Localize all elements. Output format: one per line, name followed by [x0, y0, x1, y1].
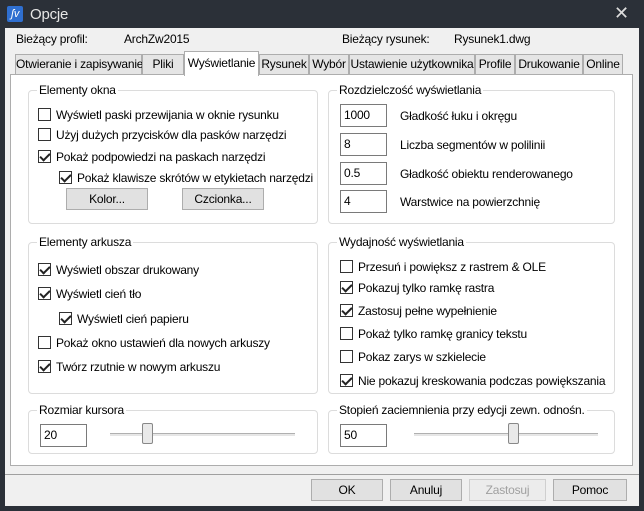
checkbox-wireframe-silhouette[interactable]: Pokaz zarys w szkielecie	[340, 350, 486, 364]
arc-smoothness-input[interactable]: 1000	[340, 104, 387, 127]
checkbox-background-shadow[interactable]: Wyświetl cień tło	[38, 287, 141, 301]
group-title: Rozdzielczość wyświetlania	[337, 83, 484, 97]
group-title: Stopień zaciemnienia przy edycji zewn. o…	[337, 403, 587, 417]
tab-display[interactable]: Wyświetlanie	[184, 51, 259, 76]
tab-profiles[interactable]: Profile	[475, 54, 515, 75]
group-xref-fade: Stopień zaciemnienia przy edycji zewn. o…	[328, 403, 615, 454]
group-title: Rozmiar kursora	[37, 403, 127, 417]
checkbox-label: Przesuń i powiększ z rastrem & OLE	[358, 260, 546, 274]
checkbox-label: Pokaż tylko ramkę granicy tekstu	[358, 327, 528, 341]
checkbox-box[interactable]	[340, 260, 353, 273]
checkbox-box[interactable]	[38, 336, 51, 349]
group-display-performance: Wydajność wyświetlania Przesuń i powięks…	[328, 235, 615, 394]
checkbox-large-buttons[interactable]: Użyj dużych przycisków dla pasków narzęd…	[38, 128, 287, 142]
window-title: Opcje	[30, 6, 69, 23]
help-button[interactable]: Pomoc	[553, 479, 627, 501]
group-display-resolution: Rozdzielczość wyświetlania 1000 Gładkość…	[328, 83, 615, 224]
cursor-size-input[interactable]: 20	[40, 424, 87, 447]
checkbox-box[interactable]	[340, 304, 353, 317]
checkbox-pan-zoom-raster[interactable]: Przesuń i powiększ z rastrem & OLE	[340, 260, 546, 274]
checkbox-box[interactable]	[38, 150, 51, 163]
close-icon[interactable]: ✕	[614, 3, 629, 24]
polyline-segments-label: Liczba segmentów w polilinii	[400, 138, 546, 152]
checkbox-box[interactable]	[38, 108, 51, 121]
polyline-segments-input[interactable]: 8	[340, 133, 387, 156]
checkbox-box[interactable]	[340, 350, 353, 363]
color-button[interactable]: Kolor...	[66, 188, 148, 210]
checkbox-box[interactable]	[59, 312, 72, 325]
checkbox-create-viewport[interactable]: Twórz rzutnie w nowym arkuszu	[38, 360, 220, 374]
checkbox-label: Pokaz zarys w szkielecie	[358, 350, 486, 364]
checkbox-label: Wyświetl cień papieru	[77, 312, 189, 326]
contour-lines-input[interactable]: 4	[340, 190, 387, 213]
checkbox-print-area[interactable]: Wyświetl obszar drukowany	[38, 263, 199, 277]
checkbox-shortcut-keys[interactable]: Pokaż klawisze skrótów w etykietach narz…	[59, 171, 313, 185]
current-drawing-label: Bieżący rysunek:	[342, 32, 430, 46]
xref-fade-slider-track[interactable]	[414, 433, 598, 436]
group-title: Wydajność wyświetlania	[337, 235, 466, 249]
checkbox-tooltips[interactable]: Pokaż podpowiedzi na paskach narzędzi	[38, 150, 266, 164]
checkbox-box[interactable]	[38, 128, 51, 141]
cursor-size-slider-thumb[interactable]	[142, 423, 153, 444]
checkbox-label: Użyj dużych przycisków dla pasków narzęd…	[56, 128, 287, 142]
current-drawing-value: Rysunek1.dwg	[454, 32, 531, 46]
app-icon: ʃv	[7, 6, 23, 22]
tab-online[interactable]: Online	[583, 54, 623, 75]
checkbox-label: Pokaż okno ustawień dla nowych arkuszy	[56, 336, 270, 350]
cursor-size-slider-track[interactable]	[110, 433, 295, 436]
dialog-body: Bieżący profil: ArchZw2015 Bieżący rysun…	[5, 28, 639, 506]
checkbox-paper-shadow[interactable]: Wyświetl cień papieru	[59, 312, 189, 326]
checkbox-solid-fill[interactable]: Zastosuj pełne wypełnienie	[340, 304, 497, 318]
checkbox-label: Wyświetl obszar drukowany	[56, 263, 199, 277]
tab-drawing[interactable]: Rysunek	[259, 54, 309, 75]
checkbox-label: Wyświetl cień tło	[56, 287, 142, 301]
tab-page-display: Elementy okna Wyświetl paski przewijania…	[10, 74, 633, 466]
checkbox-label: Pokaż podpowiedzi na paskach narzędzi	[56, 150, 266, 164]
checkbox-label: Nie pokazuj kreskowania podczas powiększ…	[358, 374, 606, 388]
checkbox-box[interactable]	[340, 374, 353, 387]
checkbox-raster-frame[interactable]: Pokazuj tylko ramkę rastra	[340, 281, 494, 295]
tab-user-settings[interactable]: Ustawienie użytkownika	[349, 54, 475, 75]
checkbox-box[interactable]	[340, 281, 353, 294]
checkbox-hide-hatch-zoom[interactable]: Nie pokazuj kreskowania podczas powiększ…	[340, 374, 606, 388]
arc-smoothness-label: Gładkość łuku i okręgu	[400, 109, 517, 123]
tab-printing[interactable]: Drukowanie	[515, 54, 583, 75]
xref-fade-input[interactable]: 50	[340, 424, 387, 447]
tab-open-save[interactable]: Otwieranie i zapisywanie	[15, 54, 143, 75]
current-profile-label: Bieżący profil:	[16, 32, 88, 46]
font-button[interactable]: Czcionka...	[182, 188, 264, 210]
checkbox-label: Wyświetl paski przewijania w oknie rysun…	[56, 108, 279, 122]
tab-files[interactable]: Pliki	[142, 54, 184, 75]
checkbox-scrollbars[interactable]: Wyświetl paski przewijania w oknie rysun…	[38, 108, 279, 122]
checkbox-box[interactable]	[59, 171, 72, 184]
apply-button[interactable]: Zastosuj	[469, 479, 546, 501]
checkbox-label: Pokazuj tylko ramkę rastra	[358, 281, 495, 295]
render-smoothness-label: Gładkość obiektu renderowanego	[400, 167, 573, 181]
checkbox-box[interactable]	[38, 360, 51, 373]
group-window-elements: Elementy okna Wyświetl paski przewijania…	[28, 83, 318, 224]
checkbox-box[interactable]	[38, 287, 51, 300]
checkbox-box[interactable]	[38, 263, 51, 276]
group-title: Elementy arkusza	[37, 235, 134, 249]
contour-lines-label: Warstwice na powierzchnię	[400, 195, 540, 209]
checkbox-box[interactable]	[340, 327, 353, 340]
ok-button[interactable]: OK	[311, 479, 383, 501]
tab-selection[interactable]: Wybór	[309, 54, 349, 75]
group-title: Elementy okna	[37, 83, 118, 97]
title-bar: ʃv Opcje ✕	[0, 0, 644, 28]
checkbox-label: Pokaż klawisze skrótów w etykietach narz…	[77, 171, 313, 185]
current-profile-value: ArchZw2015	[124, 32, 190, 46]
checkbox-label: Zastosuj pełne wypełnienie	[358, 304, 497, 318]
separator	[5, 474, 639, 475]
group-cursor-size: Rozmiar kursora 20	[28, 403, 318, 454]
checkbox-text-frame[interactable]: Pokaż tylko ramkę granicy tekstu	[340, 327, 527, 341]
checkbox-label: Twórz rzutnie w nowym arkuszu	[56, 360, 221, 374]
xref-fade-slider-thumb[interactable]	[508, 423, 520, 444]
checkbox-page-setup-dialog[interactable]: Pokaż okno ustawień dla nowych arkuszy	[38, 336, 270, 350]
group-layout-elements: Elementy arkusza Wyświetl obszar drukowa…	[28, 235, 318, 394]
render-smoothness-input[interactable]: 0.5	[340, 162, 387, 185]
cancel-button[interactable]: Anuluj	[390, 479, 462, 501]
